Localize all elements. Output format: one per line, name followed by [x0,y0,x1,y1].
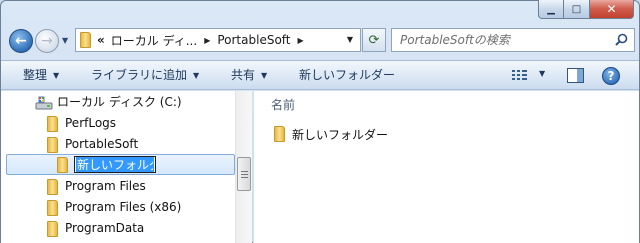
preview-pane-icon[interactable] [567,68,584,83]
file-item-new-folder[interactable]: 新しいフォルダー [274,125,388,143]
folder-icon [57,156,68,173]
view-options-icon[interactable] [512,69,528,81]
tree-item-new-folder[interactable] [6,154,235,175]
grip-line [241,177,248,178]
rename-box[interactable] [74,156,156,173]
folder-icon [47,136,58,153]
tree-item-program-files-x86[interactable]: Program Files (x86) [47,197,181,218]
grip-line [241,174,248,175]
chevron-down-icon: ▼ [53,71,60,80]
search-input[interactable] [400,29,610,51]
organize-label: 整理 [23,68,48,82]
recent-pages-dropdown[interactable]: ▼ [62,36,72,46]
tree-item-program-files[interactable]: Program Files [47,176,146,197]
tree-item-label: Program Files (x86) [65,200,182,214]
breadcrumb-portablesoft[interactable]: PortableSoft [217,33,290,47]
address-dropdown-icon[interactable]: ▼ [342,32,358,48]
tree-item-portablesoft[interactable]: PortableSoft [47,134,138,155]
folder-icon [47,199,58,216]
tree-item-label: ローカル ディスク (C:) [57,95,182,109]
maximize-button[interactable]: □ [564,0,590,19]
refresh-button[interactable]: ⟳ [362,28,386,52]
organize-menu[interactable]: 整理 ▼ [23,61,59,90]
rename-input[interactable] [76,157,154,172]
chevron-down-icon: ▼ [193,71,200,80]
breadcrumb-overflow[interactable]: « [97,33,105,47]
breadcrumb-separator-icon[interactable]: ▶ [204,36,210,45]
file-list-pane[interactable]: 名前 新しいフォルダー [253,91,639,243]
drive-icon [35,96,53,109]
back-button[interactable]: ← [9,29,33,53]
view-dropdown-icon[interactable]: ▼ [539,69,545,78]
tree-item-label: ProgramData [65,221,145,235]
folder-icon [47,220,58,237]
grip-line [241,171,248,172]
close-button[interactable]: ✕ [590,0,634,19]
add-to-library-menu[interactable]: ライブラリに追加 ▼ [91,61,199,90]
minimize-button[interactable]: ▁ [538,0,564,19]
new-folder-button[interactable]: 新しいフォルダー [299,61,395,90]
back-arrow-icon: ← [15,33,27,49]
command-bar: 整理 ▼ ライブラリに追加 ▼ 共有 ▼ 新しいフォルダー ▼ ? [1,60,639,90]
file-item-label: 新しいフォルダー [292,127,389,142]
column-header-name[interactable]: 名前 [271,96,295,113]
navigation-pane[interactable]: ローカル ディスク (C:) PerfLogs PortableSoft Pro… [1,91,235,243]
folder-icon [80,32,91,48]
tree-item-label: PerfLogs [65,116,117,130]
folder-icon [47,178,58,195]
help-button[interactable]: ? [602,67,620,85]
tree-item-perflogs[interactable]: PerfLogs [47,113,116,134]
forward-button[interactable]: → [35,29,59,53]
breadcrumb-local-disk[interactable]: ローカル ディ... [111,32,197,49]
search-icon[interactable] [615,33,628,46]
scrollbar-thumb[interactable] [237,157,251,191]
tree-item-local-disk[interactable]: ローカル ディスク (C:) [35,92,182,113]
refresh-icon: ⟳ [368,32,380,48]
forward-arrow-icon: → [41,33,53,49]
search-box[interactable] [391,28,635,52]
folder-icon [47,115,58,132]
folder-icon [274,126,285,142]
tree-item-programdata[interactable]: ProgramData [47,218,144,239]
tree-item-label: PortableSoft [65,137,139,151]
address-bar[interactable]: « ローカル ディ... ▶ PortableSoft ▶ ▼ [75,28,361,52]
navigation-scrollbar[interactable] [235,91,252,243]
tree-item-label: Program Files [65,179,146,193]
add-to-library-label: ライブラリに追加 [91,68,188,82]
chevron-down-icon: ▼ [261,71,268,80]
share-label: 共有 [231,68,256,82]
share-menu[interactable]: 共有 ▼ [231,61,267,90]
caption-buttons: ▁ □ ✕ [538,0,634,20]
breadcrumb-separator-icon[interactable]: ▶ [298,36,304,45]
